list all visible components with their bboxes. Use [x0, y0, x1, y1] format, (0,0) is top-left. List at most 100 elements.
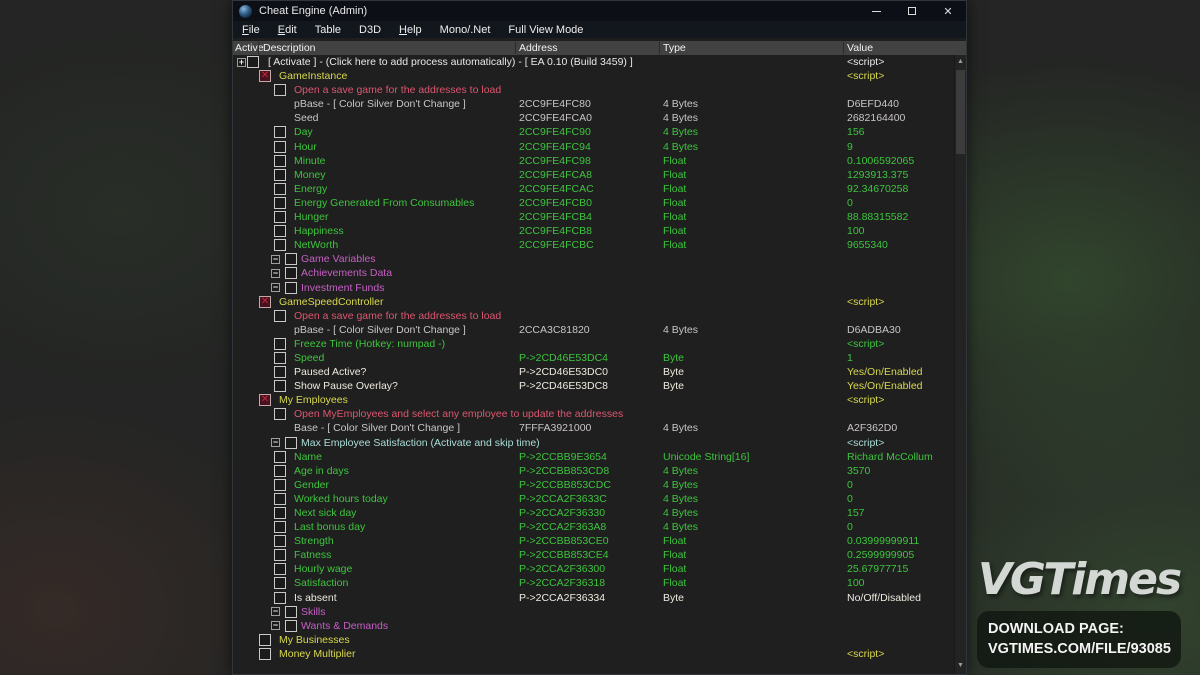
cheat-row[interactable]: Energy Generated From Consumables2CC9FE4…	[233, 196, 954, 210]
checkbox[interactable]	[274, 211, 286, 223]
checkbox[interactable]	[274, 549, 286, 561]
cheat-row[interactable]: −Game Variables	[233, 252, 954, 266]
column-header-value[interactable]: Value	[847, 41, 873, 55]
checkbox[interactable]	[274, 577, 286, 589]
collapse-icon[interactable]: −	[271, 283, 280, 292]
collapse-icon[interactable]: −	[271, 255, 280, 264]
cheat-row[interactable]: Open a save game for the addresses to lo…	[233, 83, 954, 97]
cheat-row[interactable]: Hourly wageP->2CCA2F36300Float25.6797771…	[233, 562, 954, 576]
cheat-row[interactable]: Freeze Time (Hotkey: numpad -)<script>	[233, 337, 954, 351]
scroll-down-button[interactable]: ▼	[955, 660, 966, 672]
menu-item-table[interactable]: Table	[306, 24, 350, 36]
menu-item-full-view-mode[interactable]: Full View Mode	[499, 24, 592, 36]
checkbox[interactable]	[285, 606, 297, 618]
scrollbar[interactable]: ▲ ▼	[954, 55, 966, 674]
checkbox[interactable]	[274, 451, 286, 463]
menu-item-mono-net[interactable]: Mono/.Net	[431, 24, 500, 36]
checkbox[interactable]	[259, 648, 271, 660]
checkbox[interactable]	[274, 507, 286, 519]
checkbox[interactable]	[274, 225, 286, 237]
cheat-row[interactable]: SpeedP->2CD46E53DC4Byte1	[233, 351, 954, 365]
checkbox[interactable]	[285, 282, 297, 294]
menu-item-file[interactable]: File	[233, 24, 269, 36]
cheat-row[interactable]: My Businesses	[233, 633, 954, 647]
cheat-row[interactable]: −Max Employee Satisfaction (Activate and…	[233, 436, 954, 450]
cheat-row[interactable]: Paused Active?P->2CD46E53DC0ByteYes/On/E…	[233, 365, 954, 379]
cheat-row[interactable]: +[ Activate ] - (Click here to add proce…	[233, 55, 954, 69]
cheat-row[interactable]: Base - [ Color Silver Don't Change ]7FFF…	[233, 421, 954, 435]
checkbox[interactable]	[285, 620, 297, 632]
expand-icon[interactable]: +	[237, 58, 246, 67]
checkbox[interactable]	[274, 408, 286, 420]
column-header-active[interactable]: Active	[235, 41, 264, 55]
checkbox-activated[interactable]: ✕	[259, 296, 271, 308]
checkbox[interactable]	[285, 437, 297, 449]
cheat-row[interactable]: ✕GameInstance<script>	[233, 69, 954, 83]
checkbox[interactable]	[274, 183, 286, 195]
cheat-row[interactable]: Show Pause Overlay?P->2CD46E53DC8ByteYes…	[233, 379, 954, 393]
minimize-button[interactable]	[858, 1, 894, 21]
cheat-row[interactable]: Minute2CC9FE4FC98Float0.1006592065	[233, 154, 954, 168]
menu-item-edit[interactable]: Edit	[269, 24, 306, 36]
cheat-row[interactable]: Worked hours todayP->2CCA2F3633C4 Bytes0	[233, 492, 954, 506]
cheat-row[interactable]: NetWorth2CC9FE4FCBCFloat9655340	[233, 238, 954, 252]
checkbox[interactable]	[274, 155, 286, 167]
collapse-icon[interactable]: −	[271, 269, 280, 278]
collapse-icon[interactable]: −	[271, 607, 280, 616]
checkbox[interactable]	[274, 169, 286, 181]
title-bar[interactable]: Cheat Engine (Admin) ✕	[233, 1, 966, 21]
cheat-row[interactable]: Open a save game for the addresses to lo…	[233, 309, 954, 323]
close-button[interactable]: ✕	[930, 1, 966, 21]
cheat-row[interactable]: Last bonus dayP->2CCA2F363A84 Bytes0	[233, 520, 954, 534]
checkbox[interactable]	[274, 465, 286, 477]
cheat-row[interactable]: Money Multiplier<script>	[233, 647, 954, 661]
cheat-row[interactable]: Money2CC9FE4FCA8Float1293913.375	[233, 168, 954, 182]
cheat-row[interactable]: Hour2CC9FE4FC944 Bytes9	[233, 140, 954, 154]
column-separator[interactable]	[258, 42, 259, 54]
checkbox[interactable]	[274, 366, 286, 378]
collapse-icon[interactable]: −	[271, 621, 280, 630]
checkbox[interactable]	[274, 310, 286, 322]
checkbox[interactable]	[274, 141, 286, 153]
checkbox[interactable]	[274, 239, 286, 251]
maximize-button[interactable]	[894, 1, 930, 21]
cheat-row[interactable]: Day2CC9FE4FC904 Bytes156	[233, 125, 954, 139]
column-header-description[interactable]: Description	[263, 41, 316, 55]
checkbox[interactable]	[259, 634, 271, 646]
scroll-thumb[interactable]	[956, 70, 965, 154]
cheat-row[interactable]: SatisfactionP->2CCA2F36318Float100	[233, 576, 954, 590]
cheat-row[interactable]: FatnessP->2CCBB853CE4Float0.2599999905	[233, 548, 954, 562]
checkbox-activated[interactable]: ✕	[259, 70, 271, 82]
checkbox[interactable]	[274, 352, 286, 364]
cheat-row[interactable]: Age in daysP->2CCBB853CD84 Bytes3570	[233, 464, 954, 478]
column-separator[interactable]	[515, 42, 516, 54]
checkbox[interactable]	[274, 479, 286, 491]
column-header-type[interactable]: Type	[663, 41, 686, 55]
checkbox[interactable]	[274, 521, 286, 533]
checkbox[interactable]	[274, 338, 286, 350]
cheat-row[interactable]: −Skills	[233, 605, 954, 619]
scroll-up-button[interactable]: ▲	[955, 56, 966, 68]
cheat-row[interactable]: Happiness2CC9FE4FCB8Float100	[233, 224, 954, 238]
checkbox[interactable]	[274, 380, 286, 392]
cheat-row[interactable]: Energy2CC9FE4FCACFloat92.34670258	[233, 182, 954, 196]
checkbox[interactable]	[274, 84, 286, 96]
checkbox[interactable]	[274, 126, 286, 138]
checkbox[interactable]	[247, 56, 259, 68]
cheat-row[interactable]: ✕My Employees<script>	[233, 393, 954, 407]
column-separator[interactable]	[659, 42, 660, 54]
collapse-icon[interactable]: −	[271, 438, 280, 447]
cheat-row[interactable]: pBase - [ Color Silver Don't Change ]2CC…	[233, 97, 954, 111]
cheat-row[interactable]: NameP->2CCBB9E3654Unicode String[16]Rich…	[233, 450, 954, 464]
cheat-row[interactable]: Seed2CC9FE4FCA04 Bytes2682164400	[233, 111, 954, 125]
checkbox[interactable]	[274, 197, 286, 209]
checkbox-activated[interactable]: ✕	[259, 394, 271, 406]
cheat-row[interactable]: Next sick dayP->2CCA2F363304 Bytes157	[233, 506, 954, 520]
cheat-row[interactable]: ✕GameSpeedController<script>	[233, 295, 954, 309]
cheat-row[interactable]: Open MyEmployees and select any employee…	[233, 407, 954, 421]
menu-item-d3d[interactable]: D3D	[350, 24, 390, 36]
cheat-row[interactable]: StrengthP->2CCBB853CE0Float0.03999999911	[233, 534, 954, 548]
cheat-row[interactable]: −Wants & Demands	[233, 619, 954, 633]
checkbox[interactable]	[274, 535, 286, 547]
cheat-row[interactable]: Hunger2CC9FE4FCB4Float88.88315582	[233, 210, 954, 224]
